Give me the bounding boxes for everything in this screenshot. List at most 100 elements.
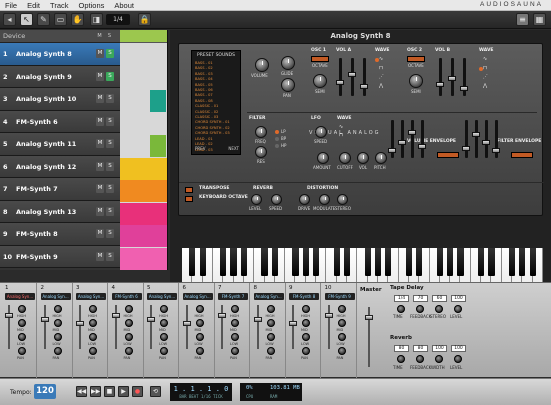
pattern-block[interactable] [120,203,167,225]
square-wave-icon[interactable]: ⊓ [483,65,487,71]
black-key[interactable] [364,248,371,276]
osc2-octave-button[interactable] [407,56,425,62]
vol-b-slider[interactable] [448,58,456,96]
hp-led[interactable] [275,144,279,148]
lfo-square-icon[interactable]: ⊓ [339,132,343,138]
solo-button[interactable]: S [106,94,114,103]
solo-button[interactable]: S [106,116,114,126]
freq-knob[interactable] [255,126,267,138]
track-row[interactable]: 8 Analog Synth 13 M S [0,200,120,223]
mute-button[interactable]: M [96,94,104,103]
osc2-semi-knob[interactable] [409,74,423,88]
lp-led[interactable] [275,130,279,134]
mid-eq-knob[interactable] [160,319,168,327]
reverb-level-knob[interactable] [454,355,462,363]
reverb-level-knob[interactable] [251,194,262,205]
zoom-value[interactable]: 1/4 [106,14,130,25]
pan-knob[interactable] [18,347,26,355]
pattern-block[interactable] [120,248,167,270]
black-key[interactable] [374,248,382,276]
menu-file[interactable]: File [0,1,22,10]
reverb-time-knob[interactable] [397,355,405,363]
reverb-level[interactable]: 100 [451,345,466,352]
reverb-width[interactable]: 100 [432,345,447,352]
channel-name[interactable]: Analog Syn... [5,293,35,300]
low-eq-knob[interactable] [124,333,133,341]
lfo-sine-icon[interactable]: ∿ [339,124,343,130]
mid-eq-knob[interactable] [18,319,26,327]
vol-b-slider[interactable] [460,58,468,96]
high-eq-knob[interactable] [231,305,239,313]
black-key[interactable] [508,248,516,276]
tape-delay-level[interactable]: 100 [451,295,466,302]
high-eq-knob[interactable] [53,305,62,313]
black-key[interactable] [292,248,299,276]
mid-eq-knob[interactable] [337,319,346,327]
low-eq-knob[interactable] [195,333,204,341]
mute-all-button[interactable]: M [96,33,103,40]
mute-button[interactable]: M [96,161,104,171]
flt-env-release-slider[interactable] [492,120,500,158]
reverb-time[interactable]: 80 [394,345,409,352]
black-key[interactable] [529,248,536,276]
track-row[interactable]: 6 Analog Synth 12 M S [0,155,120,178]
prev-preset-button[interactable]: PREV [195,146,205,151]
channel-name[interactable]: FM-Synth 9 [324,293,355,300]
fader-handle[interactable] [111,313,120,318]
saw-wave-icon[interactable]: ⋰ [379,74,384,80]
reverb-width-knob[interactable] [435,355,443,363]
track-row[interactable]: 9 FM-Synth 8 M S [0,223,120,246]
reverb-feedback-knob[interactable] [416,355,424,363]
vol-b-slider[interactable] [436,58,444,96]
channel-name[interactable]: Analog Syn... [76,293,106,300]
transpose-down-button[interactable] [185,187,193,193]
channel-fader[interactable] [8,305,10,349]
sine-wave-icon[interactable]: ∿ [379,56,383,62]
eraser-tool-icon[interactable]: ▭ [54,13,67,26]
black-key[interactable] [488,248,495,276]
menu-edit[interactable]: Edit [22,1,45,10]
tape-delay-time[interactable]: 1/4 [394,295,409,302]
menu-about[interactable]: About [109,1,139,10]
lock-icon[interactable]: 🔒 [138,13,151,26]
black-key[interactable] [271,248,278,276]
list-view-icon[interactable]: ≡ [516,13,529,26]
low-eq-knob[interactable] [302,333,310,341]
fader-handle[interactable] [253,317,262,322]
pan-knob[interactable] [160,347,168,355]
modulate-knob[interactable] [319,194,330,205]
low-eq-knob[interactable] [18,333,26,341]
osc1-semi-knob[interactable] [313,74,327,88]
menu-track[interactable]: Track [45,1,73,10]
black-key[interactable] [436,248,443,276]
mid-eq-knob[interactable] [89,319,97,327]
stop-icon[interactable]: ■ [104,386,115,397]
pencil-tool-icon[interactable]: ✎ [37,13,50,26]
undo-icon[interactable]: ◂ [3,13,16,26]
master-fader-handle[interactable] [365,315,373,320]
preset-browser[interactable]: PRESET SOUNDS BASS - 01 BASS - 02 BASS -… [191,50,241,155]
channel-name[interactable]: FM-Synth 8 [289,293,319,300]
loop-icon[interactable]: ⟲ [150,386,161,397]
black-key[interactable] [519,248,526,276]
black-key[interactable] [457,248,464,276]
fader-handle[interactable] [218,313,226,318]
flt-env-sustain-slider[interactable] [482,120,490,158]
low-eq-knob[interactable] [337,333,346,341]
pan-knob[interactable] [337,347,346,355]
pattern-block[interactable] [150,90,166,112]
record-icon[interactable]: ● [132,386,143,397]
solo-button[interactable]: S [106,139,114,148]
solo-button[interactable]: S [106,161,114,171]
octave-down-button[interactable] [185,196,193,202]
channel-name[interactable]: FM-Synth 6 [111,293,142,300]
lfo-vol-knob[interactable] [357,152,369,164]
pan-knob[interactable] [89,347,97,355]
black-key[interactable] [416,248,423,276]
snap-icon[interactable]: ◨ [90,13,103,26]
pattern-block[interactable] [120,225,167,247]
grid-view-icon[interactable]: ▦ [533,13,546,26]
reverb-feedback[interactable]: 80 [413,345,428,352]
channel-name[interactable]: Analog Syn... [40,293,71,300]
black-key[interactable] [385,248,392,276]
